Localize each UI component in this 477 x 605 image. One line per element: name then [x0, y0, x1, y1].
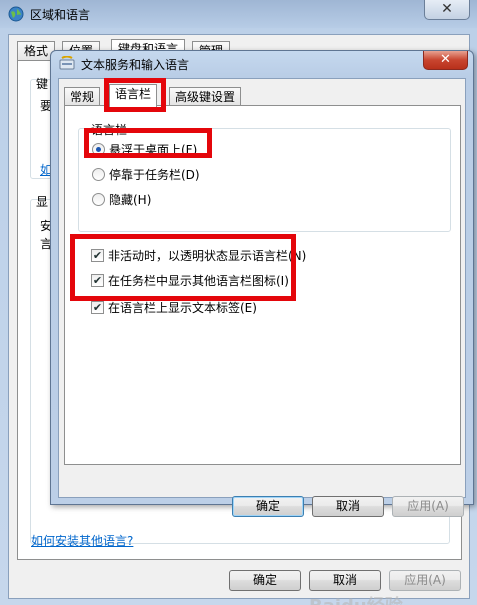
checkbox-checked[interactable]: ✔ [91, 301, 104, 314]
inner-cancel-button[interactable]: 取消 [312, 496, 384, 517]
radio-hidden[interactable]: 隐藏(H) [92, 191, 151, 208]
install-languages-link[interactable]: 如何安装其他语言? [31, 532, 133, 549]
radio-dock-taskbar[interactable]: 停靠于任务栏(D) [92, 166, 200, 183]
highlight-box-radio [84, 128, 212, 158]
outer-ok-button[interactable]: 确定 [229, 570, 301, 591]
highlight-box-checkboxes [70, 234, 296, 301]
inner-title-bar[interactable]: 文本服务和输入语言 ✕ [51, 51, 473, 77]
radio-button[interactable] [92, 168, 105, 181]
outer-close-button[interactable]: ✕ [424, 0, 470, 20]
tab-language-bar[interactable]: 语言栏 [109, 84, 158, 107]
checkbox-label: 在语言栏上显示文本标签(E) [108, 301, 257, 315]
inner-close-button[interactable]: ✕ [423, 51, 468, 70]
outer-cancel-button[interactable]: 取消 [309, 570, 381, 591]
outer-apply-button[interactable]: 应用(A) [389, 570, 461, 591]
check-show-text-labels[interactable]: ✔ 在语言栏上显示文本标签(E) [91, 299, 257, 316]
watermark-logo: Baidu经验 [309, 592, 403, 605]
radio-label: 隐藏(H) [109, 193, 152, 207]
inner-window-title: 文本服务和输入语言 [81, 58, 190, 72]
text-services-icon [59, 56, 75, 70]
outer-title-bar[interactable]: 区域和语言 ✕ [0, 0, 477, 28]
globe-icon [8, 6, 24, 22]
tab-general[interactable]: 常规 [64, 87, 101, 106]
radio-label: 停靠于任务栏(D) [109, 168, 200, 182]
outer-window-title: 区域和语言 [30, 8, 91, 22]
radio-button[interactable] [92, 193, 105, 206]
tab-advanced-key-settings[interactable]: 高级键设置 [169, 87, 242, 106]
inner-ok-button[interactable]: 确定 [232, 496, 304, 517]
inner-apply-button[interactable]: 应用(A) [392, 496, 464, 517]
keyboard-group-label: 键 [36, 77, 49, 91]
display-group-label: 显 [36, 195, 49, 209]
